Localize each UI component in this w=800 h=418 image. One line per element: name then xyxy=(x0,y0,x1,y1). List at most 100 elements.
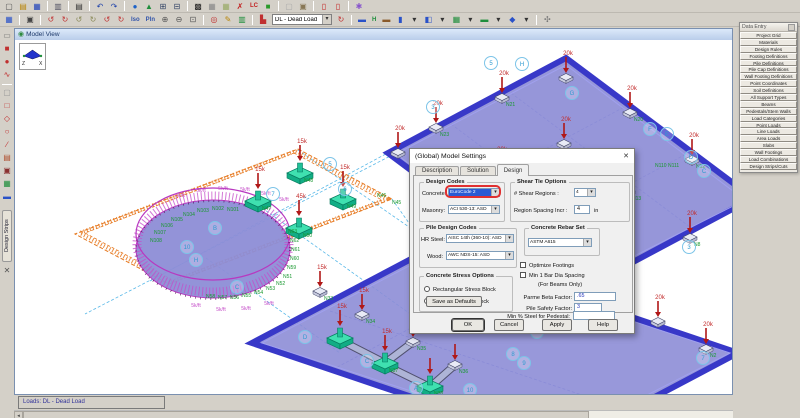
slab-display-icon[interactable]: ▬ xyxy=(478,14,490,25)
chevron-down-icon[interactable]: ▾ xyxy=(464,14,476,25)
load-case-select[interactable]: DL - Dead Load▾ xyxy=(272,14,332,25)
horizontal-scrollbar[interactable]: ◂ xyxy=(14,410,733,418)
draw-polygon-slab-icon[interactable]: ◇ xyxy=(1,113,13,125)
mesh-display-icon[interactable]: ▦ xyxy=(450,14,462,25)
footing-display-icon[interactable]: ◆ xyxy=(506,14,518,25)
beam-display-icon[interactable]: ▬ xyxy=(380,14,392,25)
chevron-down-icon[interactable]: ▾ xyxy=(436,14,448,25)
draw-beam-icon[interactable]: ∿ xyxy=(1,69,13,81)
snapshot-icon[interactable]: ▣ xyxy=(24,14,36,25)
iso-view-button[interactable]: Iso xyxy=(129,16,142,24)
rotate-right-icon[interactable]: ↻ xyxy=(59,14,71,25)
rectangular-stress-radio[interactable] xyxy=(424,286,430,292)
help-button[interactable]: Help xyxy=(588,319,618,331)
copy-icon[interactable]: ▥ xyxy=(52,1,64,12)
draw-area-load-icon[interactable]: ▤ xyxy=(1,152,13,164)
rotate-left-icon[interactable]: ↺ xyxy=(45,14,57,25)
spin-cw-icon[interactable]: ↻ xyxy=(115,14,127,25)
draw-pedestal-icon[interactable]: ● xyxy=(1,56,13,68)
clear-results-icon[interactable]: ✗ xyxy=(234,1,246,12)
plate-display-icon[interactable]: ◧ xyxy=(422,14,434,25)
refresh-loads-icon[interactable]: ↻ xyxy=(335,14,347,25)
new-view-icon[interactable]: ▦ xyxy=(3,14,15,25)
mode-select-icon[interactable]: ▢ xyxy=(1,87,13,99)
data-entry-item-beams[interactable]: Beams xyxy=(740,101,797,108)
zoom-out-icon[interactable]: ⊖ xyxy=(173,14,185,25)
new-file-icon[interactable]: ▢ xyxy=(3,1,15,12)
chevron-down-icon[interactable]: ▾ xyxy=(492,14,504,25)
load-combination-icon[interactable]: LC xyxy=(248,2,260,10)
data-entry-item-load-categories[interactable]: Load Categories xyxy=(740,115,797,122)
soil-region-icon[interactable]: ▬ xyxy=(356,14,368,25)
optimize-footings-checkbox[interactable] xyxy=(520,262,526,268)
report-1-icon[interactable]: ▯ xyxy=(318,1,330,12)
data-entry-item-wall-footing-definitions[interactable]: Wall Footing Definitions xyxy=(740,73,797,80)
rebar-set-select[interactable]: ASTM A615▾ xyxy=(528,238,592,247)
apply-button[interactable]: Apply xyxy=(542,319,572,331)
report-2-icon[interactable]: ▯ xyxy=(332,1,344,12)
copy-view-icon[interactable]: ▥ xyxy=(236,14,248,25)
draw-line-load-icon[interactable]: ∕ xyxy=(1,139,13,151)
plan-view-button[interactable]: Pln xyxy=(144,16,157,24)
scroll-left-arrow-icon[interactable]: ◂ xyxy=(14,411,23,418)
modify-tool-icon[interactable]: ▣ xyxy=(1,165,13,177)
data-entry-item-point-loads[interactable]: Point Loads xyxy=(740,122,797,129)
ok-button[interactable]: OK xyxy=(452,319,484,331)
misc-tools-icon[interactable]: ✣ xyxy=(541,14,553,25)
zoom-window-icon[interactable]: ⊡ xyxy=(187,14,199,25)
data-entry-item-pile-cap-definitions[interactable]: Pile Cap Definitions xyxy=(740,66,797,73)
wood-code-select[interactable]: AWC NDS-15: ASD▾ xyxy=(446,251,514,260)
open-file-icon[interactable]: ▤ xyxy=(17,1,29,12)
data-entry-item-all-support-types[interactable]: All Support Types xyxy=(740,94,797,101)
data-entry-item-pedestals-stem-walls[interactable]: Pedestals/Stem Walls xyxy=(740,108,797,115)
tile-windows-icon[interactable]: ⊞ xyxy=(157,1,169,12)
dialog-titlebar[interactable]: (Global) Model Settings ✕ xyxy=(410,149,634,163)
min-bar-spacing-checkbox[interactable] xyxy=(520,272,526,278)
rotate-down-icon[interactable]: ↻ xyxy=(87,14,99,25)
print-icon[interactable]: ▤ xyxy=(73,1,85,12)
data-entry-item-wall-footings[interactable]: Wall Footings xyxy=(740,149,797,156)
pile-display-icon[interactable]: ▮ xyxy=(394,14,406,25)
data-entry-item-design-strips-cuts[interactable]: Design Strips/Cuts xyxy=(740,163,797,170)
options-icon[interactable]: ✱ xyxy=(353,1,365,12)
spreadsheet-icon[interactable]: ▦ xyxy=(206,1,218,12)
results-chart-icon[interactable]: ▲ xyxy=(143,1,155,12)
save-icon[interactable]: ▦ xyxy=(31,1,43,12)
globe-render-icon[interactable]: ● xyxy=(129,1,141,12)
cascade-windows-icon[interactable]: ⊟ xyxy=(171,1,183,12)
scrollbar-thumb[interactable] xyxy=(23,411,589,418)
chevron-down-icon[interactable]: ▾ xyxy=(408,14,420,25)
spreadsheet-tool-icon[interactable]: ▬ xyxy=(1,191,13,203)
edit-view-icon[interactable]: ✎ xyxy=(222,14,234,25)
data-entry-item-pile-definitions[interactable]: Pile Definitions xyxy=(740,60,797,67)
model-view-toggle-icon[interactable]: ▩ xyxy=(192,1,204,12)
select-box-icon[interactable]: ▭ xyxy=(1,30,13,42)
draw-slab-icon[interactable]: □ xyxy=(1,100,13,112)
undo-icon[interactable]: ↶ xyxy=(94,1,106,12)
copy-disabled-icon[interactable]: ▢ xyxy=(283,1,295,12)
data-entry-item-point-coordinates[interactable]: Point Coordinates xyxy=(740,80,797,87)
data-entry-titlebar[interactable]: Data Entry xyxy=(740,23,797,32)
close-icon[interactable]: ✕ xyxy=(618,152,634,160)
panel-pin-icon[interactable] xyxy=(788,24,795,31)
parme-beta-input[interactable]: .65 xyxy=(574,292,616,301)
hr-steel-code-select[interactable]: AISC 14th (360-10): ASD▾ xyxy=(446,234,514,243)
render-target-icon[interactable]: ◎ xyxy=(208,14,220,25)
draw-circular-slab-icon[interactable]: ○ xyxy=(1,126,13,138)
save-defaults-button[interactable]: Save as Defaults xyxy=(426,296,482,307)
data-entry-item-area-loads[interactable]: Area Loads xyxy=(740,135,797,142)
data-entry-item-soil-definitions[interactable]: Soil Definitions xyxy=(740,87,797,94)
tab-design[interactable]: Design xyxy=(497,164,530,176)
shear-regions-select[interactable]: 4▾ xyxy=(574,188,596,197)
grid-icon[interactable]: ▦ xyxy=(220,1,232,12)
loads-display-icon[interactable]: ▙ xyxy=(257,14,269,25)
zoom-in-icon[interactable]: ⊕ xyxy=(159,14,171,25)
delete-tool-icon[interactable]: ✕ xyxy=(1,265,13,277)
rotate-up-icon[interactable]: ↺ xyxy=(73,14,85,25)
region-spacing-input[interactable]: 4 xyxy=(574,205,590,214)
data-entry-item-slabs[interactable]: Slabs xyxy=(740,142,797,149)
chevron-down-icon[interactable]: ▾ xyxy=(520,14,532,25)
data-entry-item-materials[interactable]: Materials xyxy=(740,39,797,46)
export-icon[interactable]: ▣ xyxy=(297,1,309,12)
model-view-titlebar[interactable]: ◉ Model View xyxy=(15,29,732,40)
